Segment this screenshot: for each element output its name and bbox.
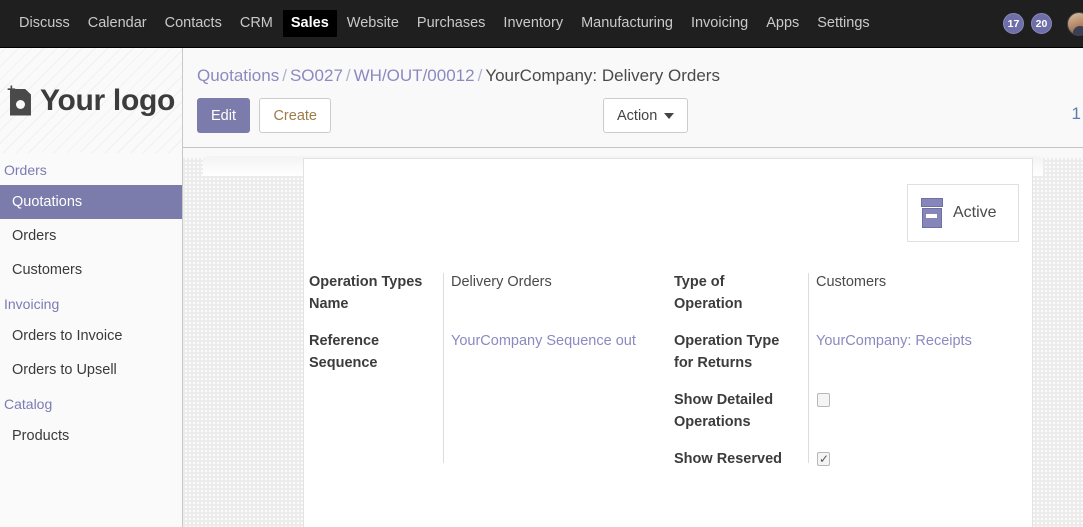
nav-item-inventory[interactable]: Inventory — [495, 10, 571, 37]
form-row-reference-sequence: Reference Sequence YourCompany Sequence o… — [309, 330, 669, 375]
record-form-sheet: Active Operation Types Name Delivery Orde… — [303, 158, 1033, 527]
nav-item-discuss[interactable]: Discuss — [11, 10, 78, 37]
sidebar-section-orders: Orders — [4, 162, 47, 178]
form-column-right: Type of Operation Customers Operation Type… — [669, 271, 1034, 487]
record-pager[interactable]: 1 — [1072, 104, 1081, 124]
form-background: Active Operation Types Name Delivery Orde… — [183, 156, 1083, 527]
nav-item-crm[interactable]: CRM — [232, 10, 281, 37]
label-operation-types-name: Operation Types Name — [309, 274, 423, 313]
form-row-type-of-operation: Type of Operation Customers — [674, 271, 1034, 316]
nav-item-sales[interactable]: Sales — [282, 10, 337, 37]
label-show-detailed-operations: Show Detailed Operations — [674, 391, 774, 431]
active-toggle-label: Active — [953, 204, 997, 221]
nav-item-calendar[interactable]: Calendar — [80, 10, 155, 37]
nav-item-website[interactable]: Website — [339, 10, 407, 37]
sidebar-navigation: Orders Quotations Orders Customers Invoicing… — [0, 153, 182, 453]
form-column-left: Operation Types Name Delivery Orders Refer… — [304, 271, 669, 487]
sidebar-item-orders-to-upsell[interactable]: Orders to Upsell — [0, 353, 182, 387]
add-image-icon: + — [7, 82, 33, 117]
app-menu-list: Discuss Calendar Contacts CRM Sales Website Pu… — [0, 0, 879, 47]
breadcrumb-item-2[interactable]: WH/OUT/00012 — [354, 66, 475, 85]
user-avatar[interactable] — [1067, 11, 1083, 36]
column-divider-right — [808, 273, 809, 463]
activities-badge[interactable]: 20 — [1031, 13, 1052, 34]
value-type-of-operation: Customers — [816, 274, 887, 290]
company-logo[interactable]: + Your logo — [0, 48, 182, 153]
breadcrumb-separator: / — [282, 66, 287, 85]
navbar-right-group: 17 20 — [1003, 0, 1083, 47]
nav-item-apps[interactable]: Apps — [758, 10, 807, 37]
sidebar-item-orders-to-invoice[interactable]: Orders to Invoice — [0, 319, 182, 353]
sidebar-section-invoicing: Invoicing — [4, 296, 60, 312]
form-row-operation-types-name: Operation Types Name Delivery Orders — [309, 271, 669, 316]
form-row-show-reserved: Show Reserved — [674, 448, 1034, 473]
form-row-operation-type-for-returns: Operation Type for Returns YourCompany: R… — [674, 330, 1034, 375]
label-operation-type-for-returns: Operation Type for Returns — [674, 332, 780, 372]
control-panel: Edit Create Action 1 — [183, 86, 1083, 148]
nav-item-settings[interactable]: Settings — [809, 10, 877, 37]
checkbox-show-reserved[interactable] — [817, 450, 830, 468]
breadcrumb-separator: / — [477, 66, 483, 85]
chevron-down-icon — [664, 112, 675, 119]
value-operation-types-name: Delivery Orders — [451, 274, 552, 290]
label-type-of-operation: Type of Operation — [674, 274, 743, 313]
label-show-reserved: Show Reserved — [674, 450, 782, 467]
messages-badge[interactable]: 17 — [1003, 13, 1024, 34]
logo-label: Your logo — [39, 83, 176, 117]
nav-item-contacts[interactable]: Contacts — [157, 10, 230, 37]
main-content: Quotations / SO027/WH/OUT/00012/YourCompan… — [183, 48, 1083, 527]
sidebar: + Your logo OrdersQuotationsOrdersCustom… — [0, 48, 183, 527]
column-divider-left — [443, 273, 444, 463]
sidebar-item-quotations[interactable]: Quotations — [0, 185, 182, 219]
top-navigation-bar: Discuss Calendar Contacts CRM Sales Website Pu… — [0, 0, 1083, 48]
sidebar-item-customers[interactable]: Customers — [0, 253, 182, 287]
checkbox-show-detailed-operations[interactable] — [817, 392, 830, 407]
breadcrumb-item-0[interactable]: Quotations — [197, 66, 279, 85]
value-holder-show-detailed-operations — [804, 389, 1034, 414]
active-toggle-button[interactable]: Active — [907, 184, 1019, 242]
sidebar-section-catalog: Catalog — [4, 396, 53, 412]
action-dropdown-button[interactable]: Action — [603, 98, 689, 133]
breadcrumb-item-1[interactable]: SO027 — [290, 66, 343, 85]
breadcrumb-current: YourCompany: Delivery Orders — [485, 66, 720, 85]
action-label: Action — [617, 107, 658, 124]
nav-item-manufacturing[interactable]: Manufacturing — [573, 10, 681, 37]
breadcrumb: Quotations / SO027/WH/OUT/00012/YourCompan… — [183, 48, 1083, 86]
edit-button[interactable]: Edit — [197, 98, 250, 133]
form-row-show-detailed-operations: Show Detailed Operations — [674, 389, 1034, 434]
sidebar-item-orders[interactable]: Orders — [0, 219, 182, 253]
label-reference-sequence: Reference Sequence — [309, 332, 380, 372]
nav-item-invoicing[interactable]: Invoicing — [683, 10, 756, 37]
create-button[interactable]: Create — [259, 98, 331, 133]
value-reference-sequence[interactable]: YourCompany Sequence out — [439, 330, 669, 352]
archive-box-icon — [921, 198, 943, 228]
sidebar-item-products[interactable]: Products — [0, 419, 182, 453]
breadcrumb-separator: / — [345, 66, 351, 85]
value-holder-show-reserved — [804, 448, 1034, 473]
form-fields: Operation Types Name Delivery Orders Refer… — [304, 271, 1034, 487]
nav-item-purchases[interactable]: Purchases — [409, 10, 494, 37]
value-operation-type-for-returns[interactable]: YourCompany: Receipts — [804, 330, 1034, 352]
